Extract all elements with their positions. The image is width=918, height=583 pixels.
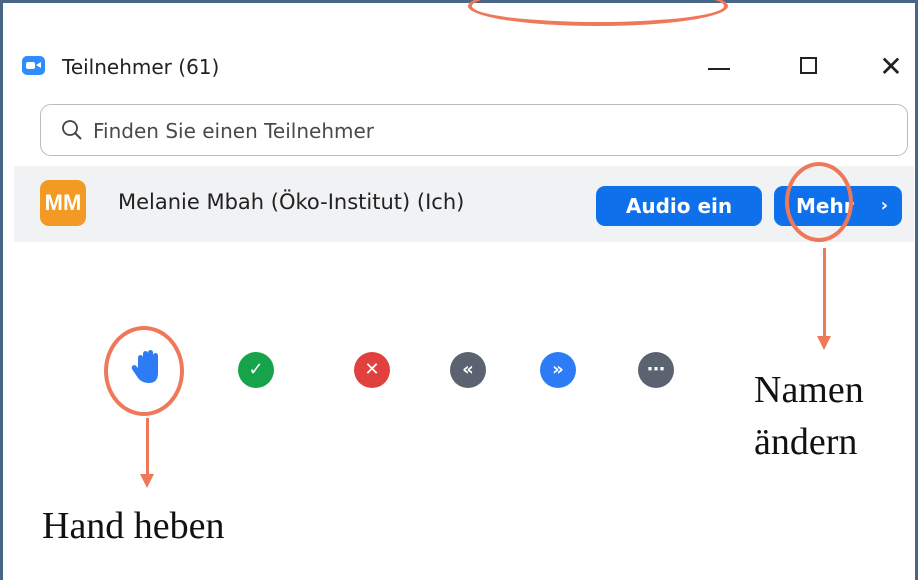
window-title: Teilnehmer (61) xyxy=(62,55,220,79)
rename-callout-line1: Namen xyxy=(754,369,864,411)
search-icon xyxy=(62,120,82,140)
participant-search[interactable] xyxy=(40,104,908,156)
chevron-right-icon: › xyxy=(880,195,888,216)
audio-on-button[interactable]: Audio ein xyxy=(596,186,762,226)
annotation-arrow-line xyxy=(146,418,149,474)
zoom-app-icon xyxy=(22,56,45,75)
annotation-arrow-line xyxy=(823,248,826,336)
maximize-icon[interactable] xyxy=(790,50,830,84)
rewind-icon[interactable]: « xyxy=(450,352,486,388)
title-bar: Teilnehmer (61) ✕ xyxy=(20,48,910,92)
annotation-circle-hand xyxy=(104,326,184,416)
participant-row[interactable]: MM Melanie Mbah (Öko-Institut) (Ich) Aud… xyxy=(14,166,914,242)
check-icon[interactable]: ✓ xyxy=(238,352,274,388)
ellipsis-icon[interactable]: ⋯ xyxy=(638,352,674,388)
participant-name: Melanie Mbah (Öko-Institut) (Ich) xyxy=(118,190,465,214)
avatar: MM xyxy=(40,180,86,226)
search-input[interactable] xyxy=(91,115,875,147)
annotation-arrow-head xyxy=(817,336,831,350)
raise-hand-callout: Hand heben xyxy=(42,505,225,547)
rename-callout: Namen ändern xyxy=(754,364,864,469)
x-icon[interactable]: ✕ xyxy=(354,352,390,388)
minimize-icon[interactable] xyxy=(700,50,740,84)
fast-forward-icon[interactable]: » xyxy=(540,352,576,388)
close-icon[interactable]: ✕ xyxy=(876,50,906,84)
annotation-circle-more xyxy=(785,162,853,242)
annotation-arrow-head xyxy=(140,474,154,488)
rename-callout-line2: ändern xyxy=(754,421,858,464)
